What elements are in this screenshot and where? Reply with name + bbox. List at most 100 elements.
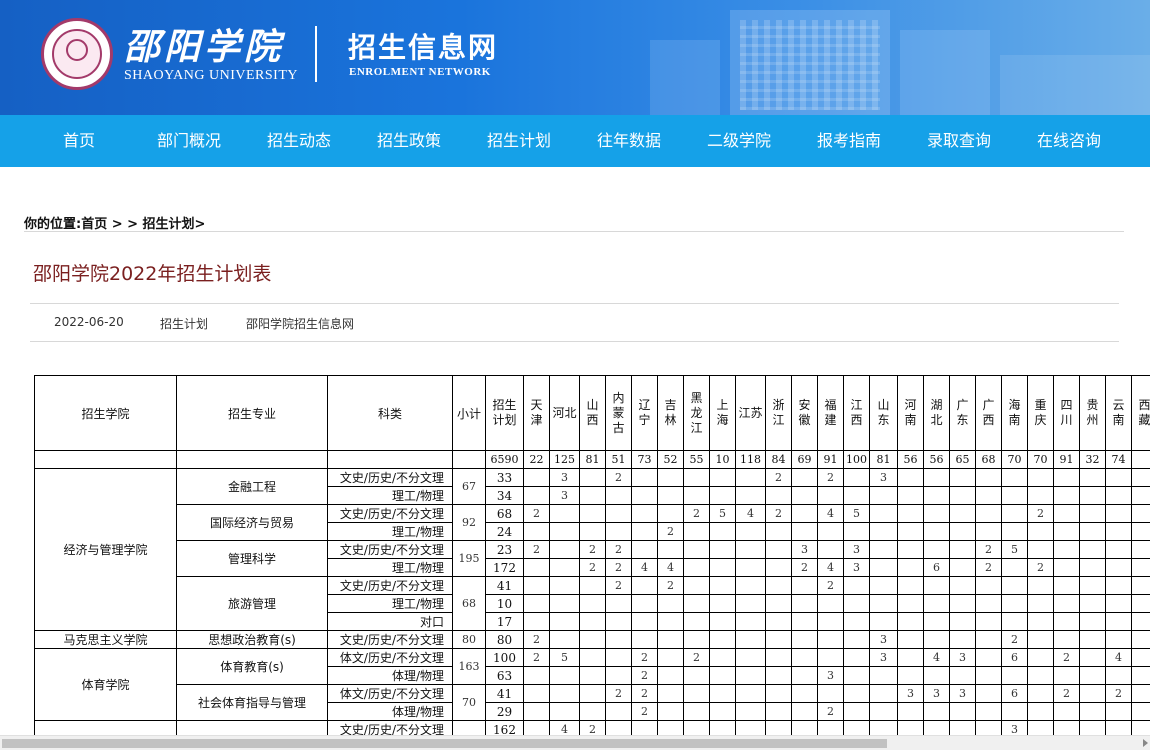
header-province: 广东 — [949, 375, 976, 451]
province-quota — [817, 684, 844, 703]
province-quota — [631, 612, 658, 631]
province-quota — [843, 702, 870, 721]
major-subtotal — [452, 720, 486, 735]
province-quota — [1053, 666, 1080, 685]
province-quota — [869, 504, 898, 523]
province-quota — [1053, 594, 1080, 613]
province-quota — [735, 612, 766, 631]
province-quota — [1079, 522, 1106, 541]
province-quota: 3 — [791, 540, 818, 559]
major-subtotal: 68 — [452, 576, 486, 631]
province-quota: 2 — [523, 504, 550, 523]
subject-type: 理工/物理 — [327, 486, 453, 505]
table-row: 体育学院 体育教育(s) 体文/历史/不分文理 163 100 2 5 2 2 3 4 3 6 2 4 — [34, 648, 1150, 721]
nav-item-departments[interactable]: 部门概况 — [134, 115, 244, 167]
province-quota: 2 — [523, 540, 550, 559]
site-header: 邵阳学院 SHAOYANG UNIVERSITY 招生信息网 ENROLMENT… — [0, 0, 1150, 115]
province-quota — [765, 576, 792, 595]
province-quota — [949, 720, 976, 735]
province-quota — [791, 630, 818, 649]
province-quota — [1105, 468, 1132, 487]
article-source: 邵阳学院招生信息网 — [246, 317, 355, 331]
province-quota — [1053, 576, 1080, 595]
table-row: 文史/历史/不分文理 162 4 2 3 — [34, 720, 1150, 735]
province-quota — [1131, 540, 1150, 559]
province-quota — [897, 522, 924, 541]
province-quota: 2 — [1001, 630, 1028, 649]
scrollbar-thumb[interactable] — [2, 739, 887, 748]
header-divider — [315, 26, 317, 82]
nav-item-news[interactable]: 招生动态 — [244, 115, 354, 167]
college-name: 体育学院 — [34, 648, 177, 721]
province-quota — [735, 558, 766, 577]
nav-item-home[interactable]: 首页 — [24, 115, 134, 167]
totals-empty — [452, 450, 486, 469]
province-quota: 2 — [657, 522, 684, 541]
province-quota — [897, 702, 924, 721]
breadcrumb[interactable]: 你的位置:首页 > > 招生计划> — [24, 213, 205, 232]
page-title: 邵阳学院2022年招生计划表 — [33, 263, 272, 285]
scroll-right-arrow-icon[interactable] — [1143, 739, 1148, 747]
header-building-graphic — [650, 40, 720, 115]
province-quota — [579, 486, 606, 505]
province-quota — [949, 612, 976, 631]
province-quota — [1079, 648, 1106, 667]
nav-item-history[interactable]: 往年数据 — [574, 115, 684, 167]
subject-type: 文史/历史/不分文理 — [327, 468, 453, 487]
province-quota — [579, 702, 606, 721]
province-quota: 2 — [579, 558, 606, 577]
totals-empty — [176, 450, 328, 469]
province-quota — [975, 630, 1002, 649]
province-quota — [975, 666, 1002, 685]
province-quota — [1131, 720, 1150, 735]
nav-item-policy[interactable]: 招生政策 — [354, 115, 464, 167]
logo-atom-core — [66, 39, 88, 61]
province-quota — [683, 720, 710, 735]
plan-count: 172 — [485, 558, 524, 577]
enrollment-plan-table-viewport[interactable]: 招生学院 招生专业 科类 小计 招生计划 天津 河北 山西 内蒙古 辽宁 吉林 黑龙江 上海 江苏 浙江 安徽… — [34, 375, 1150, 735]
totals-province-value: 81 — [579, 450, 606, 469]
province-quota — [869, 576, 898, 595]
province-quota — [709, 468, 736, 487]
province-quota — [605, 522, 632, 541]
province-quota: 5 — [843, 504, 870, 523]
totals-province-value: 91 — [817, 450, 844, 469]
nav-item-admission-query[interactable]: 录取查询 — [904, 115, 1014, 167]
nav-item-guide[interactable]: 报考指南 — [794, 115, 904, 167]
plan-count: 23 — [485, 540, 524, 559]
totals-province-value: 74 — [1105, 450, 1132, 469]
table-row: 管理科学 文史/历史/不分文理 195 23 2 2 2 3 3 2 5 — [35, 540, 1150, 577]
province-quota: 2 — [975, 540, 1002, 559]
province-quota — [605, 720, 632, 735]
plan-count: 41 — [485, 576, 524, 595]
province-quota: 2 — [631, 666, 658, 685]
nav-item-plan[interactable]: 招生计划 — [464, 115, 574, 167]
province-quota — [897, 720, 924, 735]
province-quota — [869, 684, 898, 703]
site-name[interactable]: 招生信息网 — [348, 26, 498, 66]
header-province: 湖北 — [923, 375, 950, 451]
horizontal-scrollbar[interactable] — [0, 735, 1150, 750]
province-quota — [975, 720, 1002, 735]
site-name-en: ENROLMENT NETWORK — [349, 66, 491, 78]
province-quota — [923, 468, 950, 487]
nav-item-online-consult[interactable]: 在线咨询 — [1014, 115, 1124, 167]
university-logo-icon[interactable] — [41, 18, 113, 90]
totals-empty — [327, 450, 453, 469]
university-name-cn[interactable]: 邵阳学院 — [124, 18, 284, 70]
province-quota — [735, 468, 766, 487]
province-quota — [1001, 576, 1028, 595]
province-quota — [523, 666, 550, 685]
header-province: 河南 — [897, 375, 924, 451]
province-quota — [549, 666, 580, 685]
province-quota — [791, 522, 818, 541]
nav-item-colleges[interactable]: 二级学院 — [684, 115, 794, 167]
province-quota — [949, 468, 976, 487]
header-province: 江西 — [843, 375, 870, 451]
totals-province-value: 70 — [1001, 450, 1028, 469]
province-quota — [765, 540, 792, 559]
header-province: 河北 — [549, 375, 580, 451]
province-quota — [683, 558, 710, 577]
totals-province-value: 68 — [975, 450, 1002, 469]
province-quota — [1105, 522, 1132, 541]
